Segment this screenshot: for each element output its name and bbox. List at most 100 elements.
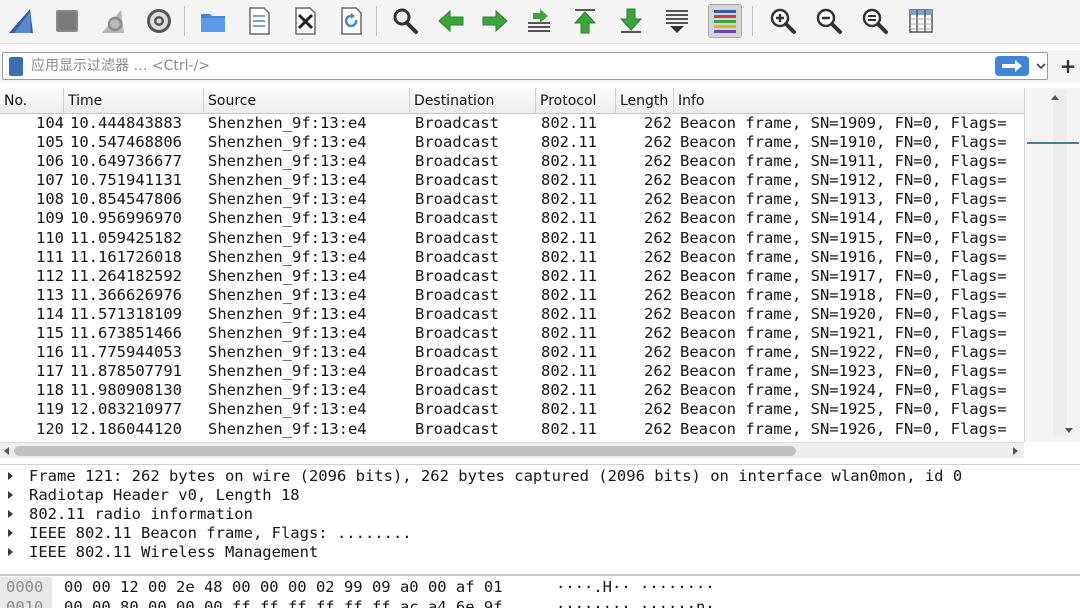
column-header-length[interactable]: Length (616, 88, 674, 114)
expand-arrow-icon[interactable] (8, 529, 13, 537)
bookmark-icon[interactable] (9, 57, 23, 76)
find-packet-button[interactable] (388, 4, 422, 38)
bytes-row[interactable]: 0000 00 00 12 00 2e 48 00 00 00 02 99 09… (0, 577, 1080, 597)
packet-source: Shenzhen_9f:13:e4 (208, 304, 367, 323)
scroll-right-icon[interactable] (1010, 446, 1020, 456)
packet-row[interactable]: 107 10.751941131 Shenzhen_9f:13:e4 Broadcas… (0, 171, 1024, 190)
packet-row[interactable]: 114 11.571318109 Shenzhen_9f:13:e4 Broadcas… (0, 305, 1024, 324)
column-header-info[interactable]: Info (674, 88, 1024, 114)
packet-row[interactable]: 111 11.161726018 Shenzhen_9f:13:e4 Broadcas… (0, 248, 1024, 267)
filter-history-dropdown[interactable] (1035, 58, 1047, 74)
packet-source: Shenzhen_9f:13:e4 (208, 381, 367, 400)
packet-source: Shenzhen_9f:13:e4 (208, 228, 367, 247)
detail-tree-item-beacon-frame[interactable]: IEEE 802.11 Beacon frame, Flags: .......… (0, 524, 1080, 543)
packet-source: Shenzhen_9f:13:e4 (208, 362, 367, 381)
packet-protocol: 802.11 (541, 324, 597, 343)
zoom-in-button[interactable] (766, 4, 800, 38)
bytes-row[interactable]: 0010 00 00 80 00 00 00 ff ff ff ff ff ff… (0, 597, 1080, 608)
scroll-up-icon[interactable] (1048, 90, 1062, 104)
packet-row[interactable]: 110 11.059425182 Shenzhen_9f:13:e4 Broadcas… (0, 229, 1024, 248)
packet-destination: Broadcast (415, 343, 499, 362)
packet-info: Beacon frame, SN=1909, FN=0, Flags= (680, 114, 1007, 132)
column-header-destination[interactable]: Destination (410, 88, 536, 114)
start-capture-button[interactable] (4, 4, 38, 38)
bytes-ascii[interactable]: ········ ······n· (556, 597, 715, 608)
column-header-source[interactable]: Source (204, 88, 410, 114)
auto-scroll-icon (666, 10, 688, 33)
bytes-hex[interactable]: 00 00 80 00 00 00 ff ff ff ff ff ff ac a… (64, 597, 503, 608)
horizontal-scroll-thumb[interactable] (14, 446, 796, 456)
packet-list-horizontal-scrollbar[interactable] (0, 442, 1024, 458)
packet-destination: Broadcast (415, 171, 499, 190)
packet-row[interactable]: 113 11.366626976 Shenzhen_9f:13:e4 Broadcas… (0, 286, 1024, 305)
packet-number: 119 (36, 400, 64, 419)
bytes-hex[interactable]: 00 00 12 00 2e 48 00 00 00 02 99 09 a0 0… (64, 577, 503, 597)
scroll-left-icon[interactable] (2, 446, 12, 456)
packet-number: 118 (36, 381, 64, 400)
go-forward-button[interactable] (478, 4, 512, 38)
resize-columns-button[interactable] (904, 4, 938, 38)
go-back-button[interactable] (434, 4, 468, 38)
normal-size-button[interactable] (858, 4, 892, 38)
display-filter-input[interactable] (31, 55, 981, 77)
packet-row[interactable]: 105 10.547468806 Shenzhen_9f:13:e4 Broadcas… (0, 133, 1024, 152)
packet-source: Shenzhen_9f:13:e4 (208, 171, 367, 190)
packet-row[interactable]: 109 10.956996970 Shenzhen_9f:13:e4 Broadcas… (0, 209, 1024, 228)
expand-arrow-icon[interactable] (8, 491, 13, 499)
auto-scroll-button[interactable] (660, 4, 694, 38)
packet-row[interactable]: 118 11.980908130 Shenzhen_9f:13:e4 Broadcas… (0, 381, 1024, 400)
bytes-ascii[interactable]: ····.H·· ········ (556, 577, 715, 597)
packet-row[interactable]: 112 11.264182592 Shenzhen_9f:13:e4 Broadcas… (0, 267, 1024, 286)
expand-arrow-icon[interactable] (8, 472, 13, 480)
column-header-protocol[interactable]: Protocol (536, 88, 616, 114)
detail-tree-item-frame[interactable]: Frame 121: 262 bytes on wire (2096 bits)… (0, 467, 1080, 486)
colorize-button[interactable] (708, 4, 742, 38)
detail-tree-item-radio-info[interactable]: 802.11 radio information (0, 505, 1080, 524)
expand-arrow-icon[interactable] (8, 548, 13, 556)
packet-row[interactable]: 119 12.083210977 Shenzhen_9f:13:e4 Broadcas… (0, 400, 1024, 419)
packet-row[interactable]: 104 10.444843883 Shenzhen_9f:13:e4 Broadcas… (0, 114, 1024, 133)
save-file-button[interactable] (242, 4, 276, 38)
packet-length: 262 (644, 171, 672, 190)
add-filter-button[interactable]: + (1056, 52, 1080, 80)
packet-time: 10.649736677 (70, 152, 182, 171)
reload-file-button[interactable] (334, 4, 368, 38)
packet-info: Beacon frame, SN=1924, FN=0, Flags= (680, 381, 1007, 400)
packet-destination: Broadcast (415, 304, 499, 323)
go-first-button[interactable] (568, 4, 602, 38)
reload-icon (341, 7, 362, 35)
close-file-button[interactable] (288, 4, 322, 38)
packet-row[interactable]: 108 10.854547806 Shenzhen_9f:13:e4 Broadcas… (0, 190, 1024, 209)
packet-number: 116 (36, 343, 64, 362)
column-header-no[interactable]: No. (0, 88, 64, 114)
column-header-time[interactable]: Time (64, 88, 204, 114)
go-last-button[interactable] (614, 4, 648, 38)
packet-row[interactable]: 116 11.775944053 Shenzhen_9f:13:e4 Broadcas… (0, 343, 1024, 362)
packet-list-vertical-scrollbar[interactable] (1024, 88, 1080, 442)
packet-source: Shenzhen_9f:13:e4 (208, 114, 367, 132)
open-file-button[interactable] (196, 4, 230, 38)
packet-row[interactable]: 106 10.649736677 Shenzhen_9f:13:e4 Broadcas… (0, 152, 1024, 171)
colorize-lines-icon (714, 10, 736, 33)
scroll-down-icon[interactable] (1062, 424, 1076, 438)
packet-row[interactable]: 115 11.673851466 Shenzhen_9f:13:e4 Broadcas… (0, 324, 1024, 343)
packet-destination: Broadcast (415, 419, 499, 438)
stop-capture-button[interactable] (50, 4, 84, 38)
arrow-right-icon (482, 9, 508, 33)
packet-number: 114 (36, 304, 64, 323)
display-filter-bar: + (0, 50, 1080, 82)
packet-info: Beacon frame, SN=1913, FN=0, Flags= (680, 190, 1007, 209)
apply-filter-button[interactable] (995, 56, 1029, 76)
expand-arrow-icon[interactable] (8, 510, 13, 518)
capture-options-button[interactable] (142, 4, 176, 38)
detail-tree-item-radiotap[interactable]: Radiotap Header v0, Length 18 (0, 486, 1080, 505)
packet-protocol: 802.11 (541, 209, 597, 228)
zoom-out-button[interactable] (812, 4, 846, 38)
go-to-packet-button[interactable] (522, 4, 556, 38)
packet-source: Shenzhen_9f:13:e4 (208, 400, 367, 419)
restart-capture-button[interactable] (96, 4, 130, 38)
detail-tree-item-wireless-management[interactable]: IEEE 802.11 Wireless Management (0, 543, 1080, 562)
packet-row[interactable]: 117 11.878507791 Shenzhen_9f:13:e4 Broadcas… (0, 362, 1024, 381)
packet-row[interactable]: 120 12.186044120 Shenzhen_9f:13:e4 Broadcas… (0, 420, 1024, 439)
packet-time: 11.673851466 (70, 324, 182, 343)
